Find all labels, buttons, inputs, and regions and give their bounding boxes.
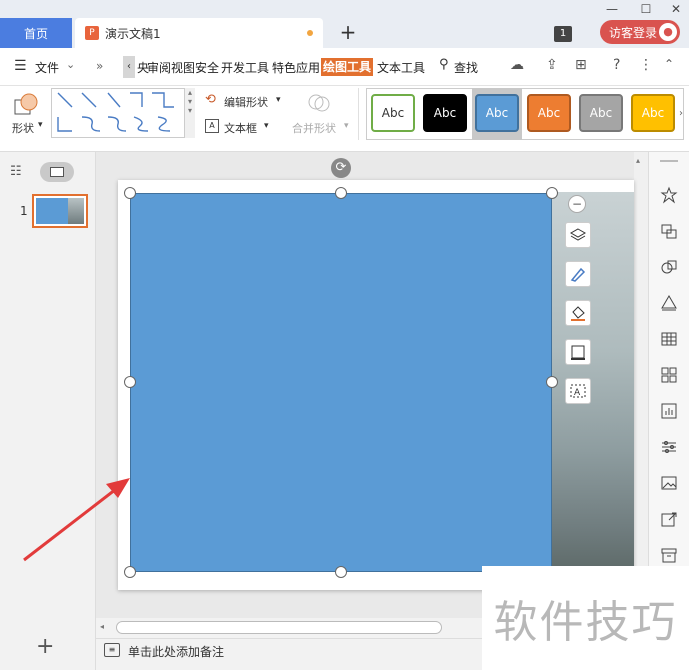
menu-text-tools[interactable]: 文本工具 — [377, 59, 425, 76]
watermark-text: 软件技巧 — [482, 566, 689, 670]
shape-label[interactable]: 形状 — [12, 120, 34, 136]
tab-document[interactable]: P 演示文稿1 — [75, 18, 323, 48]
collapse-ribbon-icon[interactable]: ⌃ — [664, 57, 674, 71]
chart-icon[interactable] — [660, 402, 678, 420]
apps-grid-icon[interactable] — [660, 366, 678, 384]
tab-home[interactable]: 首页 — [0, 18, 72, 48]
close-button[interactable]: ✕ — [668, 2, 684, 16]
ribbon-divider — [358, 88, 359, 140]
style-swatch[interactable]: Abc — [579, 94, 623, 132]
table-icon[interactable] — [660, 330, 678, 348]
list-view-icon[interactable]: ☷ — [10, 164, 22, 179]
menu-features[interactable]: 特色应用 — [272, 59, 320, 76]
style-swatch[interactable]: Abc — [527, 94, 571, 132]
sidebar-grip — [660, 160, 678, 162]
login-label: 访客登录 — [609, 25, 658, 40]
resize-handle-right[interactable] — [546, 376, 558, 388]
outline-pen-icon[interactable] — [565, 261, 591, 287]
merge-shape-dropdown-icon: ▾ — [344, 121, 349, 131]
animation-icon[interactable] — [660, 186, 678, 204]
settings-sliders-icon[interactable] — [660, 438, 678, 456]
transition-icon[interactable] — [660, 222, 678, 240]
maximize-button[interactable]: ☐ — [638, 2, 654, 16]
horizontal-scroll-thumb[interactable] — [116, 621, 442, 634]
share-icon[interactable]: ⇪ — [546, 57, 558, 73]
style-swatch[interactable]: Abc — [475, 94, 519, 132]
document-title: 演示文稿1 — [105, 26, 161, 41]
resize-handle-top[interactable] — [335, 187, 347, 199]
search-icon[interactable]: ⚲ — [439, 57, 449, 72]
shape-dropdown-icon[interactable]: ▾ — [38, 120, 43, 130]
help-icon[interactable]: ? — [613, 57, 620, 73]
scroll-up-icon[interactable]: ▴ — [636, 156, 640, 165]
rotate-handle-icon[interactable]: ⟳ — [331, 158, 351, 178]
gallery-scroll-icon[interactable]: ▴ ▾ ▾ — [184, 88, 195, 138]
shape-icon[interactable] — [14, 92, 40, 116]
menu-developer[interactable]: 开发工具 — [221, 59, 269, 76]
window-count-badge[interactable]: 1 — [554, 26, 572, 42]
image-icon[interactable] — [660, 474, 678, 492]
menu-file[interactable]: 文件 — [35, 59, 59, 76]
slide-thumb-icon — [50, 167, 64, 177]
shape-outline-icon[interactable] — [565, 339, 591, 365]
text-box-dropdown-icon[interactable]: ▾ — [264, 121, 269, 131]
scroll-left-arrow-icon[interactable]: ◂ — [100, 622, 104, 631]
guest-login-button[interactable]: 访客登录 ● — [600, 20, 680, 44]
slide-panel — [0, 152, 96, 670]
chevron-down-icon[interactable]: ⌄ — [66, 58, 75, 71]
collapse-toolbar-icon[interactable]: − — [568, 195, 586, 213]
user-avatar-icon: ● — [659, 23, 677, 41]
text-box-button[interactable]: 文本框 — [224, 120, 257, 136]
text-box-icon[interactable]: A — [205, 119, 219, 133]
svg-text:A: A — [574, 388, 581, 398]
unsaved-dot-icon — [307, 30, 313, 36]
style-scroll-right-icon[interactable]: › — [679, 108, 683, 119]
fill-bucket-icon[interactable] — [565, 300, 591, 326]
slide-thumbnail[interactable] — [32, 194, 88, 228]
new-tab-button[interactable]: + — [338, 20, 358, 44]
resize-handle-left[interactable] — [124, 376, 136, 388]
fill-icon[interactable] — [660, 294, 678, 312]
slide-number: 1 — [20, 204, 28, 218]
add-slide-button[interactable]: + — [36, 634, 54, 659]
resize-handle-top-right[interactable] — [546, 187, 558, 199]
edit-shape-icon[interactable]: ⟲ — [205, 92, 216, 107]
notes-placeholder[interactable]: 单击此处添加备注 — [128, 643, 224, 660]
edit-shape-button[interactable]: 编辑形状 — [224, 94, 268, 110]
export-icon[interactable] — [660, 510, 678, 528]
shapes-icon[interactable] — [660, 258, 678, 276]
menu-drawing-tools[interactable]: 绘图工具 — [321, 58, 374, 76]
text-wrap-icon[interactable]: A — [565, 378, 591, 404]
style-swatch[interactable]: Abc — [371, 94, 415, 132]
shape-gallery[interactable] — [51, 88, 195, 138]
annotation-arrow — [23, 478, 130, 562]
edit-shape-dropdown-icon[interactable]: ▾ — [276, 95, 281, 105]
hamburger-menu-icon[interactable]: ☰ — [14, 58, 27, 74]
menu-view[interactable]: 视图 — [171, 59, 195, 76]
archive-icon[interactable] — [660, 546, 678, 564]
notes-icon: ≡ — [104, 643, 120, 657]
merge-shape-icon — [307, 91, 331, 115]
cloud-sync-icon[interactable]: ☁ — [510, 57, 524, 73]
comment-icon[interactable]: ⊞ — [575, 57, 587, 73]
selected-rectangle-shape[interactable] — [130, 193, 552, 572]
layers-icon[interactable] — [565, 222, 591, 248]
more-menu-icon[interactable]: » — [96, 59, 103, 73]
menu-review[interactable]: 审阅 — [147, 59, 171, 76]
minimize-button[interactable]: — — [604, 2, 620, 16]
thumbnail-view-toggle[interactable] — [40, 162, 74, 182]
search-label[interactable]: 查找 — [454, 59, 478, 76]
style-swatch[interactable]: Abc — [631, 94, 675, 132]
menu-security[interactable]: 安全 — [195, 59, 219, 76]
vertical-scrollbar[interactable] — [634, 152, 648, 618]
resize-handle-top-left[interactable] — [124, 187, 136, 199]
presentation-icon: P — [85, 26, 99, 40]
more-options-icon[interactable]: ⋮ — [639, 57, 653, 73]
scroll-left-icon[interactable]: ‹ — [123, 56, 135, 78]
resize-handle-bottom[interactable] — [335, 566, 347, 578]
merge-shape-button: 合并形状 — [292, 122, 336, 135]
style-swatch[interactable]: Abc — [423, 94, 467, 132]
